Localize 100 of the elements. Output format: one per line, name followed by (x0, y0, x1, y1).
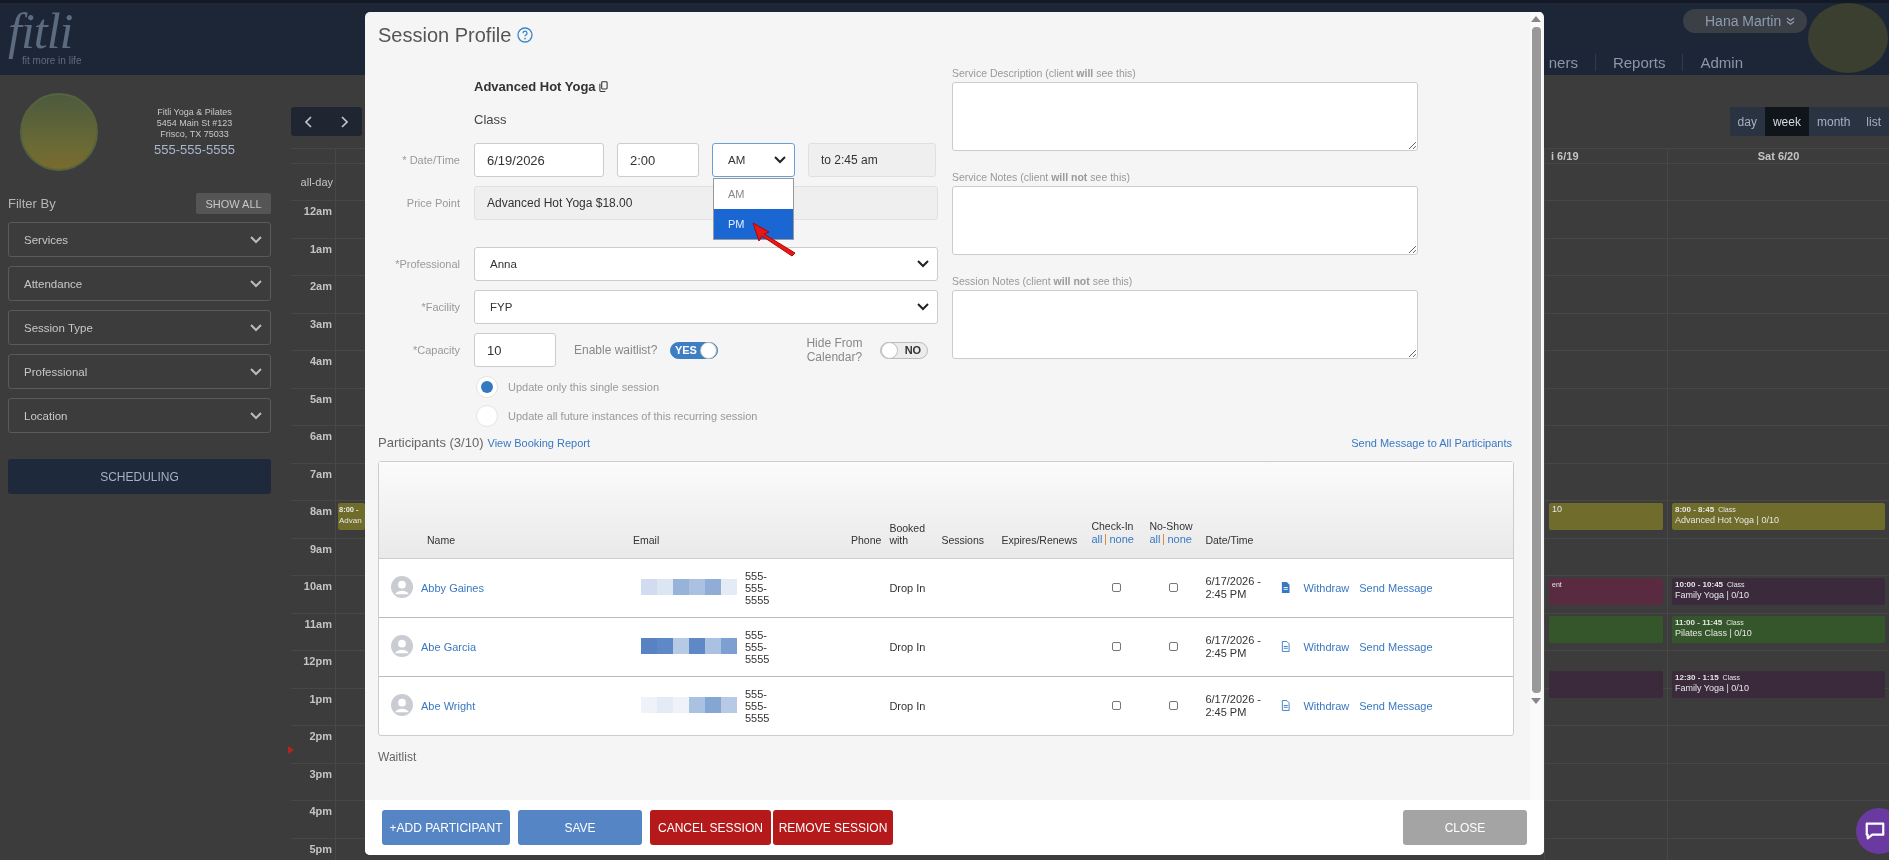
booking-datetime: 6/17/2026 - 2:45 PM (1205, 574, 1263, 601)
document-icon[interactable] (1281, 700, 1291, 712)
radio-label: Update only this single session (508, 381, 660, 393)
hour-label: 9am (309, 542, 332, 555)
user-menu[interactable]: Hana Martin (1683, 9, 1807, 33)
scrollbar[interactable] (1530, 12, 1542, 800)
nav-link[interactable]: Reports (1594, 54, 1683, 71)
column-header: Booked with (889, 521, 925, 546)
filter-dropdown[interactable]: Services (8, 222, 271, 257)
participant-name-link[interactable]: Abe Wright (421, 699, 476, 712)
radio-button[interactable] (476, 405, 498, 427)
select-none-link[interactable]: none (1109, 532, 1134, 545)
nav-link[interactable]: ners (1548, 54, 1595, 71)
scrollbar-thumb[interactable] (1531, 27, 1541, 693)
chevron-down-icon (774, 156, 786, 164)
day-header: Sat 6/20 (1756, 149, 1801, 163)
hour-label: 2pm (309, 730, 332, 742)
column-header: Name (427, 533, 455, 546)
footer-button[interactable]: REMOVE SESSION (773, 810, 893, 845)
notes-field[interactable] (952, 290, 1418, 359)
chevron-down-icon (917, 303, 929, 311)
service-name: Advanced Hot Yoga (474, 78, 596, 94)
view-tab[interactable]: list (1858, 107, 1889, 136)
view-tab[interactable]: week (1764, 107, 1809, 136)
booking-datetime: 6/17/2026 - 2:45 PM (1205, 633, 1263, 660)
check-in-checkbox[interactable] (1111, 641, 1121, 651)
participant-name-link[interactable]: Abby Gaines (421, 581, 484, 594)
date-field[interactable]: 6/19/2026 (474, 143, 604, 177)
filter-dropdown[interactable]: Session Type (8, 310, 271, 345)
chevron-down-icon (250, 279, 262, 288)
chevron-down-icon (250, 235, 262, 244)
document-icon[interactable] (1281, 582, 1291, 593)
notes-label: Service Description (client will see this) (952, 67, 1137, 79)
document-icon[interactable] (1281, 641, 1291, 652)
modal-title: Session Profile (378, 23, 512, 47)
facility-select[interactable]: FYP (474, 290, 938, 324)
notes-field[interactable] (952, 186, 1418, 255)
hour-label: 12pm (303, 655, 332, 667)
meridiem-select[interactable]: AM (712, 143, 795, 177)
hour-label: 8am (309, 505, 332, 517)
no-show-checkbox[interactable] (1168, 641, 1178, 651)
filter-dropdown[interactable]: Professional (8, 354, 271, 389)
view-tab[interactable]: day (1729, 107, 1765, 136)
withdraw-link[interactable]: Withdraw (1303, 581, 1350, 594)
footer-button[interactable]: CANCEL SESSION (650, 810, 771, 845)
send-message-link[interactable]: Send Message (1359, 581, 1433, 594)
calendar-event[interactable]: 10 (1549, 503, 1663, 530)
capacity-field[interactable]: 10 (474, 333, 556, 367)
dropdown-option[interactable]: PM (714, 209, 793, 239)
waitlist-toggle[interactable]: YES (670, 341, 719, 359)
nav-link[interactable]: Admin (1682, 54, 1743, 71)
scheduling-button[interactable]: SCHEDULING (8, 459, 271, 494)
filter-dropdown[interactable]: Location (8, 398, 271, 433)
check-in-checkbox[interactable] (1111, 582, 1121, 592)
waitlist-label: Enable waitlist? (574, 343, 658, 357)
service-type: Class (474, 111, 507, 127)
send-message-link[interactable]: Send Message (1359, 640, 1433, 653)
send-all-link[interactable]: Send Message to All Participants (1351, 436, 1512, 449)
chat-button[interactable] (1856, 808, 1889, 854)
hour-label: 1pm (309, 692, 332, 705)
help-icon (517, 27, 534, 43)
hour-label: 3am (309, 317, 332, 330)
phone-text: 555-555-5555 (745, 628, 771, 665)
day-header: i 6/19 (1551, 149, 1580, 163)
select-all-link[interactable]: all (1091, 532, 1103, 545)
show-all-button[interactable]: SHOW ALL (196, 193, 271, 214)
time-field[interactable]: 2:00 (617, 143, 699, 177)
all-day-label: all-day (300, 176, 333, 188)
current-time-marker (288, 746, 294, 754)
withdraw-link[interactable]: Withdraw (1303, 699, 1350, 712)
hide-calendar-toggle[interactable]: NO (880, 341, 929, 359)
booking-report-link[interactable]: View Booking Report (487, 436, 591, 449)
footer-button[interactable]: +ADD PARTICIPANT (382, 810, 510, 845)
check-in-checkbox[interactable] (1111, 700, 1121, 710)
chevron-down-icon (917, 260, 929, 268)
select-none-link[interactable]: none (1167, 532, 1192, 545)
participants-title: Participants (3/10) (378, 435, 484, 450)
radio-button[interactable] (476, 376, 498, 398)
end-time-field: to 2:45 am (808, 143, 936, 177)
send-message-link[interactable]: Send Message (1359, 699, 1433, 712)
booked-with-text: Drop In (889, 699, 926, 712)
column-header: Expires/Renews (1001, 533, 1078, 546)
footer-button[interactable]: SAVE (518, 810, 642, 845)
no-show-checkbox[interactable] (1168, 582, 1178, 592)
professional-select[interactable]: Anna (474, 247, 938, 281)
withdraw-link[interactable]: Withdraw (1303, 640, 1350, 653)
participant-name-link[interactable]: Abe Garcia (421, 640, 477, 653)
hour-label: 7am (309, 467, 332, 480)
filter-dropdown[interactable]: Attendance (8, 266, 271, 301)
hour-label: 5am (309, 392, 332, 405)
hour-label: 12am (303, 205, 332, 217)
field-label: * Date/Time (402, 154, 460, 166)
notes-field[interactable] (952, 82, 1418, 151)
hour-label: 3pm (309, 767, 332, 780)
no-show-checkbox[interactable] (1168, 700, 1178, 710)
select-all-link[interactable]: all (1149, 532, 1161, 545)
view-tab[interactable]: month (1808, 107, 1859, 136)
notes-label: Session Notes (client will not see this) (952, 275, 1134, 287)
radio-label: Update all future instances of this recurring session (508, 410, 758, 422)
speech-bubble-icon (1864, 820, 1886, 842)
